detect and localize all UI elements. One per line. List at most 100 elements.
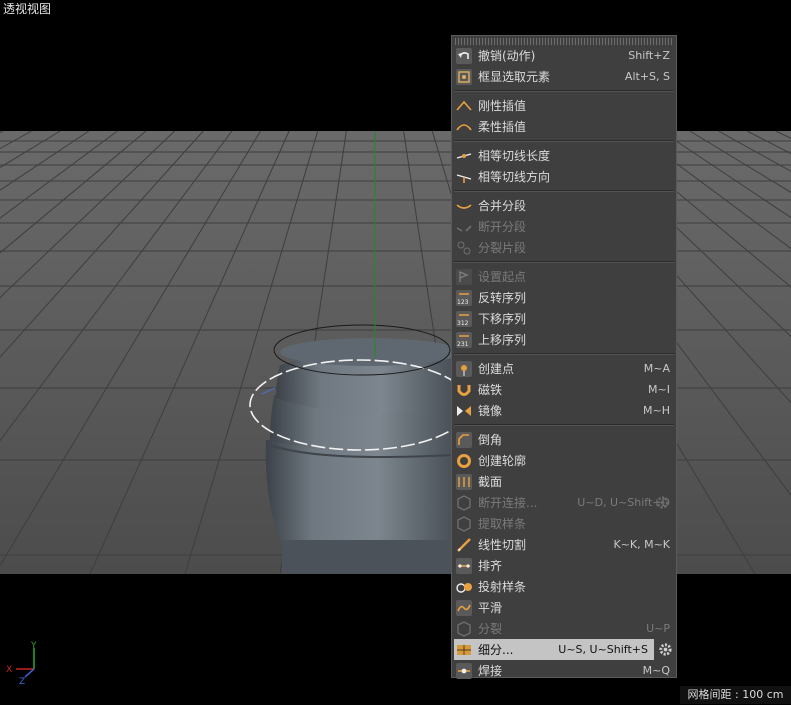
frame-selection-icon: [455, 68, 473, 86]
menu-item-equal-tangent-direction[interactable]: 相等切线方向: [452, 166, 676, 187]
menu-item-shortcut: K~K, M~K: [613, 538, 670, 551]
menu-item-label: 排齐: [478, 559, 503, 573]
menu-body: 撤销(动作) Shift+Z 框显选取元素 Alt+S, S 刚性插值柔性插值相等切线长…: [452, 45, 676, 681]
menu-item-label: 焊接: [478, 664, 503, 678]
menu-item-equal-tangent-length[interactable]: 相等切线长度: [452, 145, 676, 166]
menu-item-label: 分裂片段: [478, 241, 527, 255]
menu-item-line-cut[interactable]: 线性切割 K~K, M~K: [452, 534, 676, 555]
split-icon: [455, 620, 473, 638]
menu-separator: [454, 353, 674, 355]
menu-item-label: 创建点: [478, 362, 515, 376]
menu-item-shortcut: Alt+S, S: [624, 70, 670, 83]
gear-icon[interactable]: [658, 642, 673, 657]
explode-segments-icon: [455, 239, 473, 257]
menu-item-weld[interactable]: 焊接 M~Q: [452, 660, 676, 681]
axis-z-label: Z: [19, 677, 25, 687]
menu-item-label: 平滑: [478, 601, 503, 615]
viewport-title[interactable]: 透视视图: [3, 2, 51, 16]
menu-item-create-point[interactable]: 创建点 M~A: [452, 358, 676, 379]
equal-tangent-length-icon: [455, 147, 473, 165]
project-spline-icon: [455, 578, 473, 596]
menu-item-shortcut: U~S, U~Shift+S: [558, 643, 648, 656]
menu-item-label: 磁铁: [478, 383, 503, 397]
menu-item-hard-interpolation[interactable]: 刚性插值: [452, 95, 676, 116]
menu-item-label: 提取样条: [478, 517, 527, 531]
create-point-icon: [455, 360, 473, 378]
extract-spline-icon: [455, 515, 473, 533]
axis-gizmo: Y X Z: [6, 641, 37, 687]
cross-section-icon: [455, 473, 473, 491]
menu-item-chamfer[interactable]: 倒角: [452, 429, 676, 450]
menu-item-label: 上移序列: [478, 333, 527, 347]
svg-text:312: 312: [457, 320, 469, 327]
menu-item-label: 合并分段: [478, 199, 527, 213]
menu-item-disconnect[interactable]: 断开连接... U~D, U~Shift+D: [452, 492, 676, 513]
menu-item-cross-section[interactable]: 截面: [452, 471, 676, 492]
menu-item-split[interactable]: 分裂 U~P: [452, 618, 676, 639]
menu-item-join-segment[interactable]: 合并分段: [452, 195, 676, 216]
set-first-point-icon: [455, 268, 473, 286]
menu-item-label: 分裂: [478, 622, 503, 636]
weld-icon: [455, 662, 473, 680]
menu-item-label: 框显选取元素: [478, 70, 551, 84]
menu-item-label: 截面: [478, 475, 503, 489]
menu-item-reverse-sequence[interactable]: 123 反转序列: [452, 287, 676, 308]
undo-icon: [455, 47, 473, 65]
gear-icon[interactable]: [655, 495, 670, 510]
svg-text:231: 231: [457, 341, 469, 348]
menu-item-line-up[interactable]: 排齐: [452, 555, 676, 576]
menu-item-label: 下移序列: [478, 312, 527, 326]
menu-item-label: 柔性插值: [478, 120, 527, 134]
line-up-icon: [455, 557, 473, 575]
menu-item-subdivide[interactable]: 细分... U~S, U~Shift+S: [454, 639, 672, 660]
soft-interpolation-icon: [455, 118, 473, 136]
context-menu[interactable]: 撤销(动作) Shift+Z 框显选取元素 Alt+S, S 刚性插值柔性插值相等切线长…: [451, 35, 677, 681]
menu-item-label: 细分...: [478, 643, 514, 657]
menu-item-set-first-point[interactable]: 设置起点: [452, 266, 676, 287]
menu-item-move-down-sequence[interactable]: 312 下移序列: [452, 308, 676, 329]
bottle-object[interactable]: [265, 338, 460, 574]
break-segment-icon: [455, 218, 473, 236]
menu-item-shortcut: M~Q: [642, 664, 670, 677]
axis-y-label: Y: [30, 641, 37, 651]
menu-item-extract-spline[interactable]: 提取样条: [452, 513, 676, 534]
join-segment-icon: [455, 197, 473, 215]
menu-item-label: 投射样条: [478, 580, 527, 594]
menu-item-shortcut: Shift+Z: [628, 49, 670, 62]
smooth-icon: [455, 599, 473, 617]
menu-item-label: 倒角: [478, 433, 503, 447]
menu-item-frame-selection[interactable]: 框显选取元素 Alt+S, S: [452, 66, 676, 87]
menu-item-smooth[interactable]: 平滑: [452, 597, 676, 618]
chamfer-icon: [455, 431, 473, 449]
menu-item-move-up-sequence[interactable]: 231 上移序列: [452, 329, 676, 350]
menu-item-magnet[interactable]: 磁铁 M~I: [452, 379, 676, 400]
menu-item-shortcut: M~A: [643, 362, 670, 375]
menu-item-label: 线性切割: [478, 538, 527, 552]
menu-item-label: 断开连接...: [478, 496, 538, 510]
move-up-sequence-icon: 231: [455, 331, 473, 349]
menu-item-label: 相等切线长度: [478, 149, 551, 163]
equal-tangent-direction-icon: [455, 168, 473, 186]
menu-item-label: 创建轮廓: [478, 454, 527, 468]
menu-item-undo[interactable]: 撤销(动作) Shift+Z: [452, 45, 676, 66]
axis-x-label: X: [6, 665, 12, 675]
menu-item-project-spline[interactable]: 投射样条: [452, 576, 676, 597]
menu-item-create-outline[interactable]: 创建轮廓: [452, 450, 676, 471]
menu-item-break-segment[interactable]: 断开分段: [452, 216, 676, 237]
menu-item-shortcut: U~P: [646, 622, 670, 635]
subdivide-icon: [455, 641, 473, 659]
line-cut-icon: [455, 536, 473, 554]
menu-item-shortcut: M~I: [648, 383, 670, 396]
menu-item-explode-segments[interactable]: 分裂片段: [452, 237, 676, 258]
menu-item-label: 反转序列: [478, 291, 527, 305]
menu-separator: [454, 424, 674, 426]
magnet-icon: [455, 381, 473, 399]
menu-item-soft-interpolation[interactable]: 柔性插值: [452, 116, 676, 137]
svg-text:123: 123: [457, 299, 469, 306]
create-outline-icon: [455, 452, 473, 470]
menu-item-label: 设置起点: [478, 270, 527, 284]
menu-item-mirror[interactable]: 镜像 M~H: [452, 400, 676, 421]
menu-drag-handle[interactable]: [455, 38, 673, 45]
reverse-sequence-icon: 123: [455, 289, 473, 307]
mirror-icon: [455, 402, 473, 420]
